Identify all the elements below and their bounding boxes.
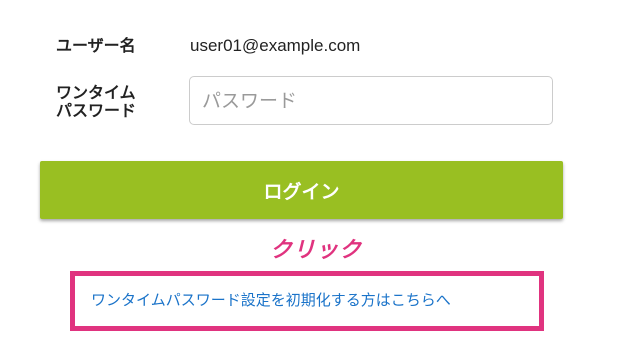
username-value: user01@example.com [190,36,361,55]
username-label: ユーザー名 [56,36,136,55]
otp-password-input[interactable] [189,76,553,125]
reset-otp-link[interactable]: ワンタイムパスワード設定を初期化する方はこちらへ [91,290,451,310]
click-annotation: クリック [270,238,363,263]
login-button[interactable]: ログイン [40,161,563,219]
otp-label: ワンタイム パスワード [56,83,137,120]
